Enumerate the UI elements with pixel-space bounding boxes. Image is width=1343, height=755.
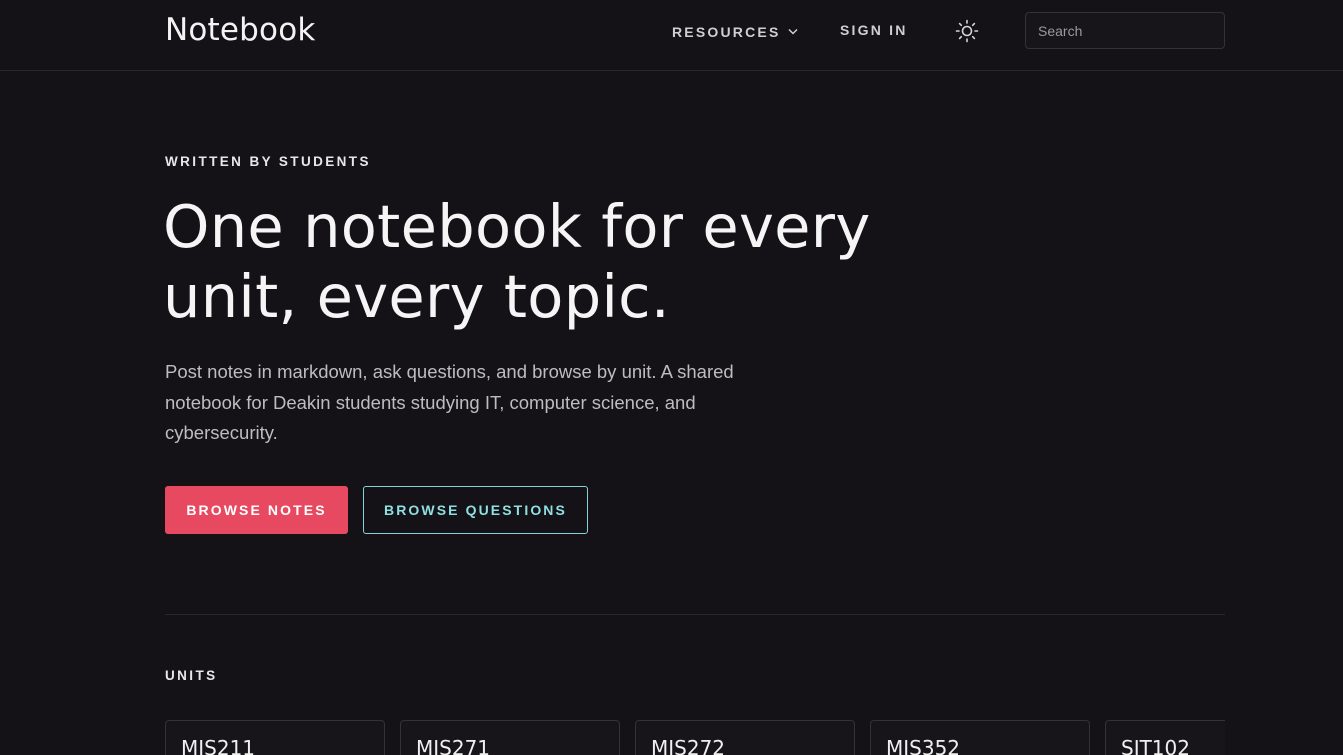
units-list: MIS211 MIS271 MIS272 MIS352 SIT102 [165,720,1225,755]
hero-headline-line-1: One notebook for every [163,192,871,261]
unit-code: MIS352 [886,736,961,755]
top-navigation-bar: Notebook RESOURCES SIGN IN [0,0,1343,71]
unit-card-mis272[interactable]: MIS272 [635,720,855,755]
hero-headline: One notebook for every unit, every topic… [163,192,923,332]
hero-description: Post notes in markdown, ask questions, a… [165,361,734,443]
brand-logo[interactable]: Notebook [165,12,316,48]
resources-menu[interactable]: RESOURCES [672,22,799,40]
search-input[interactable] [1025,12,1225,49]
resources-menu-label: RESOURCES [672,24,781,40]
units-section-title: UNITS [165,668,218,683]
unit-card-sit102[interactable]: SIT102 [1105,720,1225,755]
unit-card-mis352[interactable]: MIS352 [870,720,1090,755]
unit-card-mis211[interactable]: MIS211 [165,720,385,755]
chevron-down-icon [788,22,799,38]
sign-in-link[interactable]: SIGN IN [840,22,908,38]
unit-code: MIS271 [416,736,491,755]
unit-code: MIS211 [181,736,256,755]
unit-code: MIS272 [651,736,726,755]
unit-card-mis271[interactable]: MIS271 [400,720,620,755]
hero-eyebrow: WRITTEN BY STUDENTS [165,154,371,169]
hero-headline-line-2: unit, every topic. [163,262,670,331]
unit-code: SIT102 [1121,736,1190,755]
sun-icon [955,19,979,43]
theme-toggle-button[interactable] [955,19,979,43]
section-divider [165,614,1225,615]
browse-questions-button[interactable]: BROWSE QUESTIONS [363,486,588,534]
browse-notes-button[interactable]: BROWSE NOTES [165,486,348,534]
